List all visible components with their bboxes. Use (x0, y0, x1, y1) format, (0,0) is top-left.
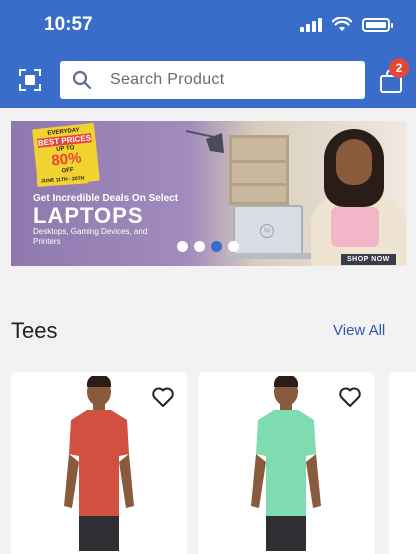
section-title: Tees (11, 318, 58, 343)
search-icon (72, 70, 92, 90)
status-icons (300, 17, 393, 32)
wifi-icon (332, 17, 352, 31)
hp-logo: hp (260, 224, 274, 238)
banner-title: LAPTOPS (33, 203, 144, 228)
product-card[interactable] (198, 372, 374, 554)
scan-button[interactable] (16, 66, 44, 94)
carousel-dot[interactable] (177, 241, 188, 252)
promo-date: JUNE 11TH - 20TH (36, 173, 89, 187)
person-face (336, 139, 372, 185)
product-image (64, 376, 134, 551)
product-card[interactable] (11, 372, 187, 554)
cart-count-badge: 2 (389, 58, 409, 78)
signal-icon (300, 17, 322, 32)
lamp-illustration (186, 130, 224, 153)
battery-icon (362, 17, 393, 32)
carousel-dot[interactable] (194, 241, 205, 252)
product-card-partial[interactable] (389, 372, 416, 554)
carousel-dots (177, 241, 239, 252)
banner-subtitle: Desktops, Gaming Devices, and Printers (33, 227, 148, 246)
shelf-illustration (229, 135, 289, 205)
status-time: 10:57 (44, 14, 93, 35)
heart-icon[interactable] (338, 386, 362, 408)
scan-icon (19, 69, 41, 91)
view-all-link[interactable]: View All (333, 322, 385, 339)
person-top (331, 207, 379, 247)
search-input[interactable] (110, 71, 350, 89)
carousel-dot[interactable] (228, 241, 239, 252)
app-header: 10:57 2 (0, 0, 416, 108)
carousel-dot-active[interactable] (211, 241, 222, 252)
heart-icon[interactable] (151, 386, 175, 408)
promo-banner[interactable]: EVERYDAY BEST PRICES UP TO 80% OFF JUNE … (11, 121, 407, 266)
search-bar[interactable] (60, 61, 365, 99)
product-image (251, 376, 321, 551)
shop-now-button[interactable]: SHOP NOW (341, 254, 396, 265)
